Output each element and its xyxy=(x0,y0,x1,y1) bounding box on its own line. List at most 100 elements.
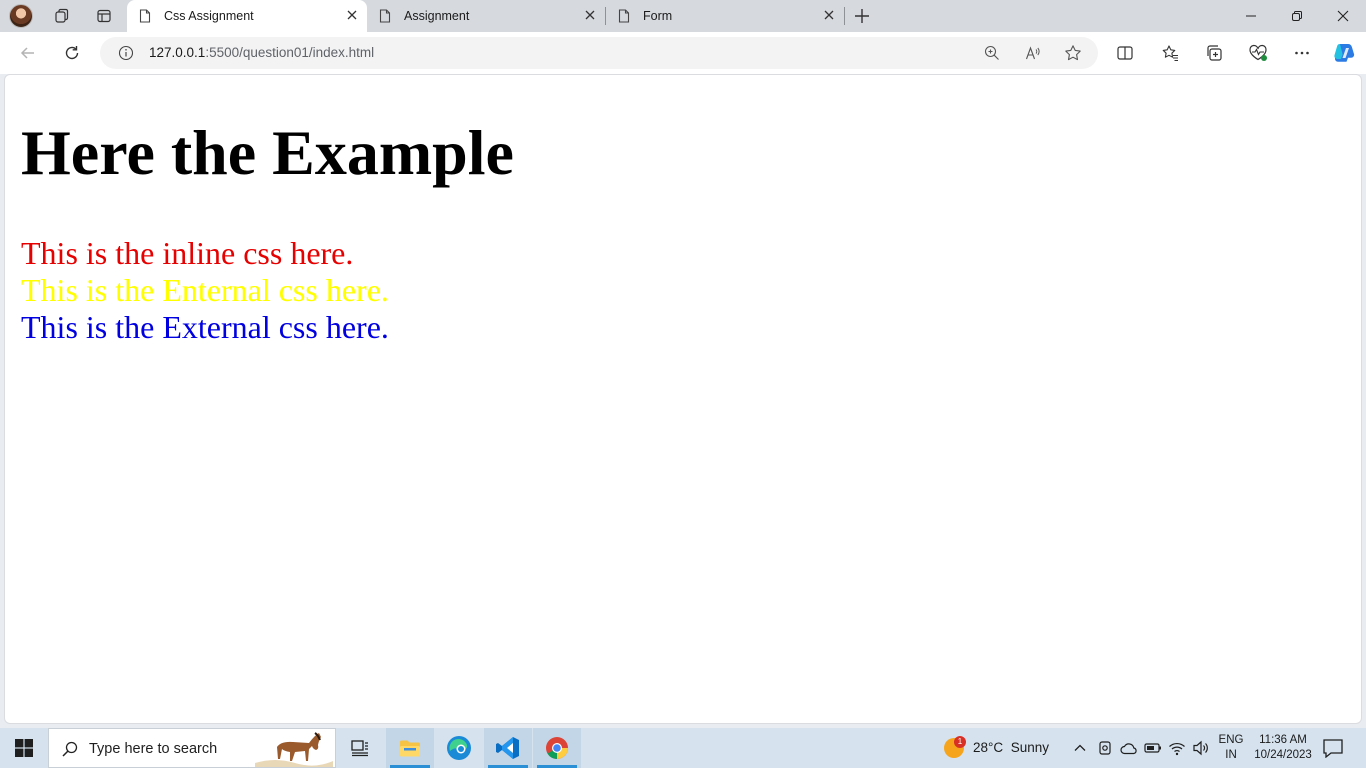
cloud-icon xyxy=(1120,743,1137,755)
zoom-in-icon xyxy=(984,45,999,60)
weather-widget[interactable]: 1 28°C Sunny xyxy=(940,728,1060,768)
folder-icon xyxy=(400,740,420,757)
collections-button[interactable] xyxy=(1200,39,1228,67)
vscode-button[interactable] xyxy=(484,728,532,768)
camera-icon xyxy=(1099,741,1111,755)
weather-condition: Sunny xyxy=(1010,740,1049,755)
tab-css-assignment[interactable]: Css Assignment xyxy=(127,0,367,32)
back-button[interactable] xyxy=(14,39,42,67)
info-icon[interactable] xyxy=(118,45,134,61)
read-aloud-button[interactable] xyxy=(1023,43,1043,63)
internal-css-paragraph: This is the Enternal css here. xyxy=(21,272,389,308)
page-viewport: Here the Example This is the inline css … xyxy=(4,74,1362,724)
region-code: IN xyxy=(1225,749,1237,761)
close-icon[interactable] xyxy=(583,8,597,22)
new-tab-icon[interactable] xyxy=(852,6,872,26)
arrow-left-icon xyxy=(20,47,34,59)
heart-pulse-icon xyxy=(1249,44,1267,61)
browser-toolbar: 127.0.0.1:5500/question01/index.html xyxy=(0,32,1366,74)
close-icon[interactable] xyxy=(822,8,836,22)
tab-assignment[interactable]: Assignment xyxy=(367,0,605,32)
refresh-button[interactable] xyxy=(58,39,86,67)
url-path: :5500/question01/index.html xyxy=(205,45,375,60)
tab-separator xyxy=(844,7,845,25)
profile-avatar[interactable] xyxy=(9,4,33,28)
notification-icon[interactable] xyxy=(1322,738,1344,758)
read-aloud-icon xyxy=(1025,46,1040,60)
vscode-icon xyxy=(496,737,519,759)
page-icon xyxy=(139,9,151,23)
split-screen-button[interactable] xyxy=(1111,39,1139,67)
page-heading: Here the Example xyxy=(21,117,514,188)
horse-illustration-icon xyxy=(255,729,333,767)
refresh-icon xyxy=(65,46,79,60)
clock-time: 11:36 AM xyxy=(1259,734,1307,746)
weather-temp: 28°C xyxy=(973,740,1004,755)
page-icon xyxy=(379,9,391,23)
address-bar[interactable]: 127.0.0.1:5500/question01/index.html xyxy=(100,37,1098,69)
language-code: ENG xyxy=(1218,734,1244,746)
input-language-indicator[interactable]: ENG IN xyxy=(1218,733,1244,763)
minimize-button[interactable] xyxy=(1228,0,1274,32)
workspaces-button[interactable] xyxy=(48,4,76,28)
vertical-tabs-button[interactable] xyxy=(90,4,118,28)
copilot-icon xyxy=(1334,43,1355,62)
taskbar-search[interactable]: Type here to search xyxy=(48,728,336,768)
close-icon[interactable] xyxy=(345,8,359,22)
url-host: 127.0.0.1 xyxy=(149,45,206,60)
favorites-icon xyxy=(1162,45,1178,62)
search-placeholder: Type here to search xyxy=(89,741,218,757)
split-screen-icon xyxy=(1117,46,1133,60)
restore-button[interactable] xyxy=(1274,0,1320,32)
chevron-up-icon xyxy=(1074,744,1086,751)
favorites-button[interactable] xyxy=(1156,39,1184,67)
network-button[interactable] xyxy=(1168,739,1186,757)
close-window-button[interactable] xyxy=(1320,0,1366,32)
favorite-button[interactable] xyxy=(1063,43,1083,63)
windows-logo-icon xyxy=(15,739,33,757)
speaker-icon xyxy=(1193,740,1208,756)
browser-essentials-button[interactable] xyxy=(1244,39,1272,67)
tab-title: Form xyxy=(643,9,673,23)
chrome-button[interactable] xyxy=(533,728,581,768)
volume-button[interactable] xyxy=(1192,739,1210,757)
workspaces-icon xyxy=(55,8,69,23)
tab-actions-icon xyxy=(97,9,111,23)
clock-date: 10/24/2023 xyxy=(1254,749,1312,761)
battery-icon xyxy=(1144,743,1161,753)
wifi-icon xyxy=(1169,742,1185,756)
show-hidden-icons-button[interactable] xyxy=(1071,739,1089,757)
close-icon xyxy=(1337,10,1349,22)
external-css-paragraph: This is the External css here. xyxy=(21,309,389,345)
tab-form[interactable]: Form xyxy=(606,0,844,32)
tab-title: Css Assignment xyxy=(164,9,254,23)
edge-button[interactable] xyxy=(435,728,483,768)
chrome-icon xyxy=(546,737,568,759)
search-icon xyxy=(62,741,78,757)
battery-button[interactable] xyxy=(1144,739,1162,757)
restore-icon xyxy=(1292,11,1302,21)
system-clock[interactable]: 11:36 AM 10/24/2023 xyxy=(1252,733,1314,763)
minimize-icon xyxy=(1246,15,1256,17)
edge-icon xyxy=(447,736,471,760)
onedrive-button[interactable] xyxy=(1120,739,1138,757)
weather-text: 28°C Sunny xyxy=(973,740,1049,755)
collections-icon xyxy=(1207,45,1222,61)
meet-now-button[interactable] xyxy=(1096,739,1114,757)
taskbar: Type here to search 1 28°C Sunny ENG IN … xyxy=(0,728,1366,768)
page-icon xyxy=(618,9,630,23)
inline-css-paragraph: This is the inline css here. xyxy=(21,235,354,271)
weather-alert-badge: 1 xyxy=(954,736,966,748)
tab-strip: Css Assignment Assignment Form xyxy=(0,0,1366,32)
settings-more-button[interactable] xyxy=(1288,39,1316,67)
tab-title: Assignment xyxy=(404,9,470,23)
more-icon xyxy=(1295,51,1309,55)
copilot-button[interactable] xyxy=(1330,39,1358,67)
url-text[interactable]: 127.0.0.1:5500/question01/index.html xyxy=(149,45,374,60)
star-icon xyxy=(1065,45,1081,61)
start-button[interactable] xyxy=(0,728,48,768)
zoom-button[interactable] xyxy=(982,43,1002,63)
task-view-icon xyxy=(351,740,368,757)
file-explorer-button[interactable] xyxy=(386,728,434,768)
task-view-button[interactable] xyxy=(336,728,384,768)
